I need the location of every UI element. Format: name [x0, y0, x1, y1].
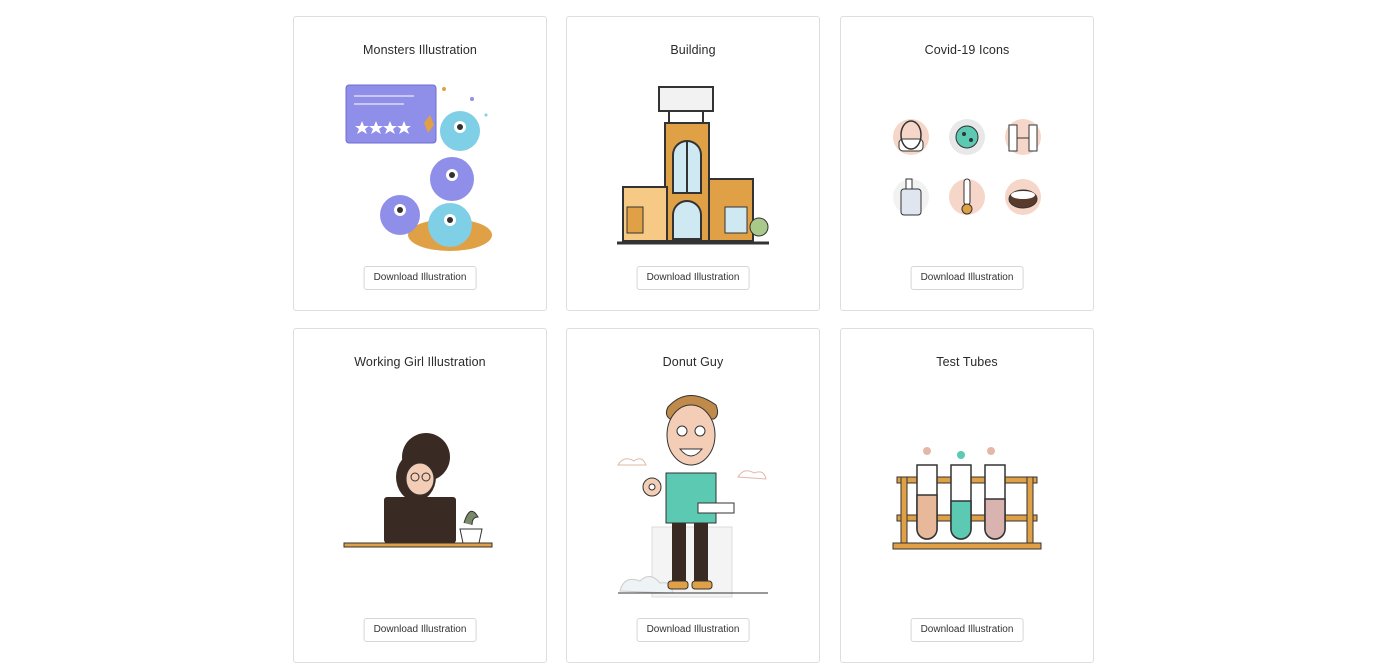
- illustrations-grid: Monsters Illustration Download Illustrat…: [293, 16, 1096, 672]
- card-title: Covid-19 Icons: [924, 43, 1010, 57]
- card-title: Working Girl Illustration: [354, 355, 486, 369]
- download-illustration-button[interactable]: Download Illustration: [636, 618, 750, 642]
- building-illustration-icon: [567, 83, 819, 247]
- card-title: Test Tubes: [936, 355, 998, 369]
- download-illustration-button[interactable]: Download Illustration: [636, 266, 750, 290]
- download-illustration-button[interactable]: Download Illustration: [910, 618, 1024, 642]
- working-girl-illustration-icon: [294, 429, 546, 559]
- download-illustration-button[interactable]: Download Illustration: [910, 266, 1024, 290]
- card-working-girl: Working Girl Illustration Download Illus…: [293, 328, 547, 663]
- card-title: Donut Guy: [662, 355, 724, 369]
- card-title: Building: [670, 43, 716, 57]
- card-covid-icons: Covid-19 Icons Download Illustration: [840, 16, 1094, 311]
- monsters-illustration-icon: [294, 75, 546, 255]
- card-building: Building Download Illustration: [566, 16, 820, 311]
- card-title: Monsters Illustration: [363, 43, 477, 57]
- test-tubes-illustration-icon: [841, 445, 1093, 555]
- card-test-tubes: Test Tubes Download Illustration: [840, 328, 1094, 663]
- covid-icons-illustration-icon: [841, 113, 1093, 223]
- download-illustration-button[interactable]: Download Illustration: [363, 266, 477, 290]
- download-illustration-button[interactable]: Download Illustration: [363, 618, 477, 642]
- card-donut-guy: Donut Guy Download Illustration: [566, 328, 820, 663]
- card-monsters: Monsters Illustration Download Illustrat…: [293, 16, 547, 311]
- donut-guy-illustration-icon: [567, 387, 819, 607]
